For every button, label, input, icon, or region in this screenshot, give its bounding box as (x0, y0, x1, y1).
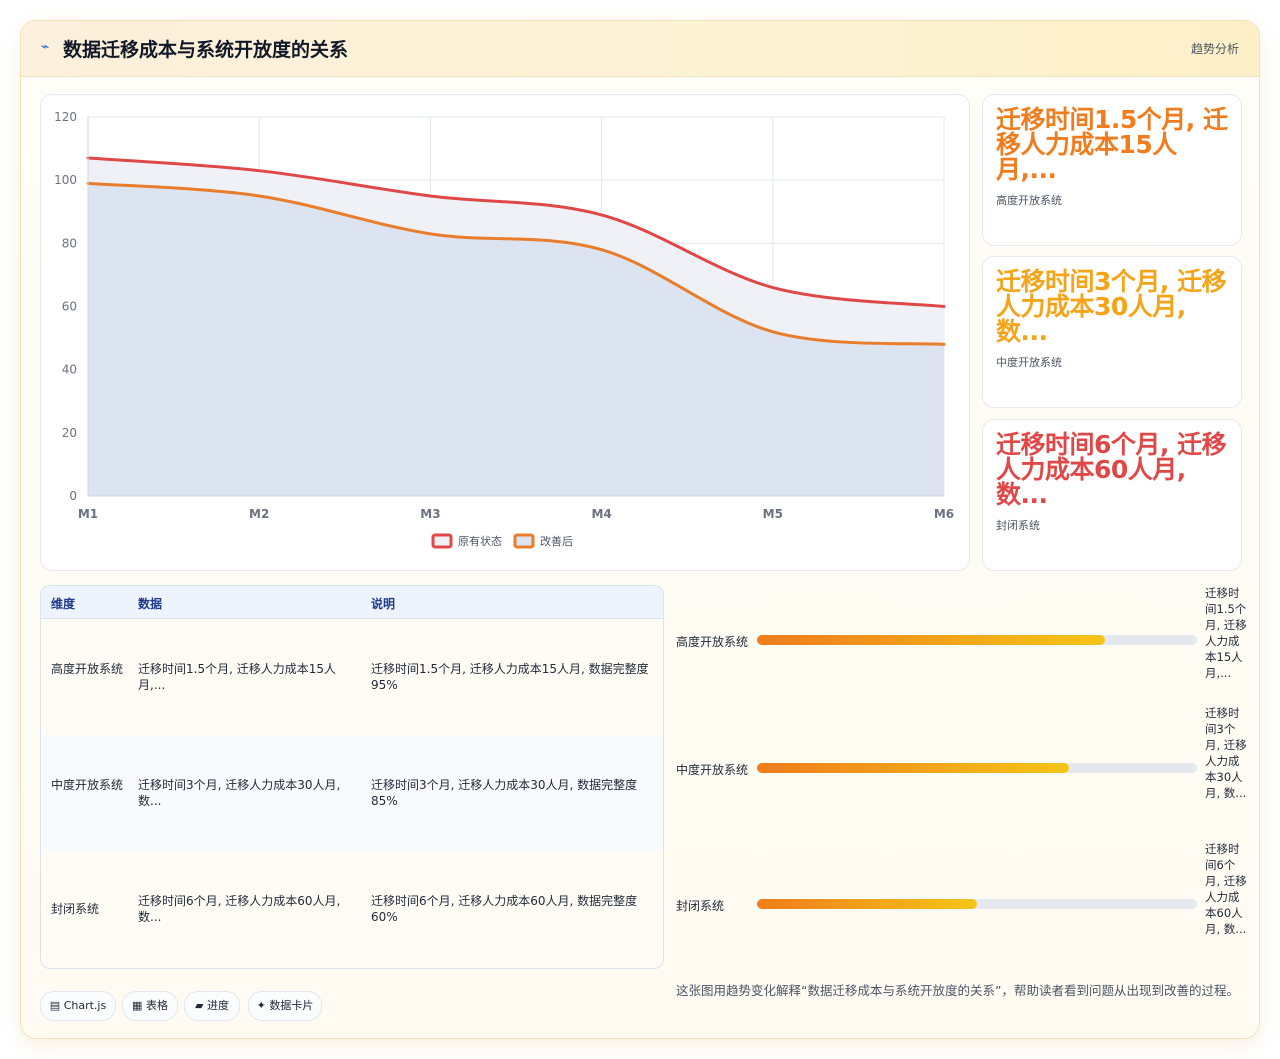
table-cell: 封闭系统 (51, 902, 100, 916)
stat-card-high-open: 迁移时间1.5个月, 迁移人力成本15人月,... 高度开放系统 (982, 94, 1242, 246)
page-title: 数据迁移成本与系统开放度的关系 (63, 39, 349, 61)
trend-icon: ⌁ (41, 39, 50, 55)
progress-label: 封闭系统 (676, 899, 725, 913)
table-row: 高度开放系统 迁移时间1.5个月, 迁移人力成本15人月,... 迁移时间1.5… (41, 619, 663, 736)
y-tick-label: 20 (62, 426, 77, 440)
chip-progress[interactable]: ▰ 进度 (184, 991, 240, 1021)
stat-value: 迁移时间1.5个月, 迁移人力成本15人月,... (996, 105, 1228, 184)
table-row: 封闭系统 迁移时间6个月, 迁移人力成本60人月, 数... 迁移时间6个月, … (41, 851, 663, 967)
stat-label: 中度开放系统 (996, 356, 1062, 369)
stat-card-medium-open: 迁移时间3个月, 迁移人力成本30人月, 数... 中度开放系统 (982, 256, 1242, 408)
legend-swatch-1 (513, 533, 535, 549)
chip-label: Chart.js (63, 999, 107, 1012)
x-tick-label: M5 (763, 507, 783, 521)
chip-chartjs[interactable]: ▤ Chart.js (40, 991, 116, 1021)
stat-label: 封闭系统 (996, 519, 1040, 532)
progress-label: 高度开放系统 (676, 635, 749, 649)
table-cell: 迁移时间3个月, 迁移人力成本30人月, 数据完整度85% (371, 778, 638, 808)
progress-fill (757, 763, 1070, 773)
table-cell: 迁移时间6个月, 迁移人力成本60人月, 数据完整度60% (371, 894, 638, 924)
y-tick-label: 60 (62, 300, 77, 314)
table-cell: 高度开放系统 (51, 662, 124, 676)
legend-label-1: 改善后 (540, 534, 573, 548)
table-cell: 迁移时间6个月, 迁移人力成本60人月, 数... (138, 894, 341, 924)
legend-label-0: 原有状态 (458, 534, 502, 548)
x-tick-label: M4 (591, 507, 611, 521)
chip-table[interactable]: ▦ 表格 (122, 991, 178, 1021)
line-chart: 0 20 40 60 80 100 120 M1 M2 M3 M4 M5 M6 原有状态 改善后 (54, 110, 954, 549)
chart-icon: ▤ (49, 999, 61, 1012)
table-icon: ▦ (132, 999, 143, 1012)
stat-value: 迁移时间3个月, 迁移人力成本30人月, 数... (996, 267, 1227, 346)
x-tick-label: M1 (78, 507, 98, 521)
progress-fill (757, 899, 977, 909)
progress-note: 迁移时间6个月, 迁移人力成本60人月, 数... (1205, 842, 1247, 936)
progress-track (757, 763, 1197, 773)
y-tick-label: 40 (62, 363, 77, 377)
table-cell: 迁移时间1.5个月, 迁移人力成本15人月,... (138, 662, 336, 692)
chip-label: 表格 (145, 999, 168, 1012)
chip-data-cards[interactable]: ✦ 数据卡片 (248, 991, 322, 1021)
table-cell: 迁移时间3个月, 迁移人力成本30人月, 数... (138, 778, 341, 808)
stat-value: 迁移时间6个月, 迁移人力成本60人月, 数... (996, 430, 1227, 509)
y-tick-label: 100 (54, 173, 77, 187)
x-tick-label: M6 (934, 507, 954, 521)
analysis-tag: 趋势分析 (1190, 42, 1239, 56)
chip-label: 数据卡片 (269, 999, 314, 1012)
data-table: 维度 数据 说明 高度开放系统 迁移时间1.5个月, 迁移人力成本15人月,..… (40, 585, 664, 969)
progress-track (757, 635, 1197, 645)
progress-note: 迁移时间3个月, 迁移人力成本30人月, 数... (1205, 706, 1247, 800)
table-row: 中度开放系统 迁移时间3个月, 迁移人力成本30人月, 数... 迁移时间3个月… (41, 735, 663, 852)
column-header-description: 说明 (371, 597, 396, 611)
line-chart-card: 0 20 40 60 80 100 120 M1 M2 M3 M4 M5 M6 原有状态 改善后 (40, 94, 970, 571)
chart-caption: 这张图用趋势变化解释“数据迁移成本与系统开放度的关系”，帮助读者看到问题从出现到… (676, 983, 1239, 998)
table-cell: 迁移时间1.5个月, 迁移人力成本15人月, 数据完整度95% (371, 662, 649, 692)
stat-label: 高度开放系统 (996, 194, 1062, 207)
dashboard-panel: ⌁ 数据迁移成本与系统开放度的关系 趋势分析 0 20 40 60 80 100 120 M1… (20, 20, 1260, 1039)
y-tick-label: 80 (62, 236, 77, 250)
panel-header: ⌁ 数据迁移成本与系统开放度的关系 趋势分析 (21, 21, 1259, 77)
sparkle-icon: ✦ (256, 999, 266, 1012)
chip-label: 进度 (206, 999, 229, 1012)
progress-track (757, 899, 1197, 909)
progress-fill (757, 635, 1105, 645)
progress-icon: ▰ (195, 999, 204, 1012)
x-tick-label: M2 (249, 507, 269, 521)
stat-card-closed: 迁移时间6个月, 迁移人力成本60人月, 数... 封闭系统 (982, 419, 1242, 571)
y-tick-label: 120 (54, 110, 77, 124)
column-header-data: 数据 (138, 597, 163, 611)
progress-note: 迁移时间1.5个月, 迁移人力成本15人月,... (1205, 586, 1247, 680)
progress-label: 中度开放系统 (676, 763, 749, 777)
legend-swatch-0 (431, 533, 453, 549)
table-cell: 中度开放系统 (51, 778, 124, 792)
table-header: 维度 数据 说明 (41, 586, 663, 619)
x-tick-label: M3 (420, 507, 440, 521)
y-tick-label: 0 (69, 489, 77, 503)
column-header-dimension: 维度 (51, 597, 76, 611)
